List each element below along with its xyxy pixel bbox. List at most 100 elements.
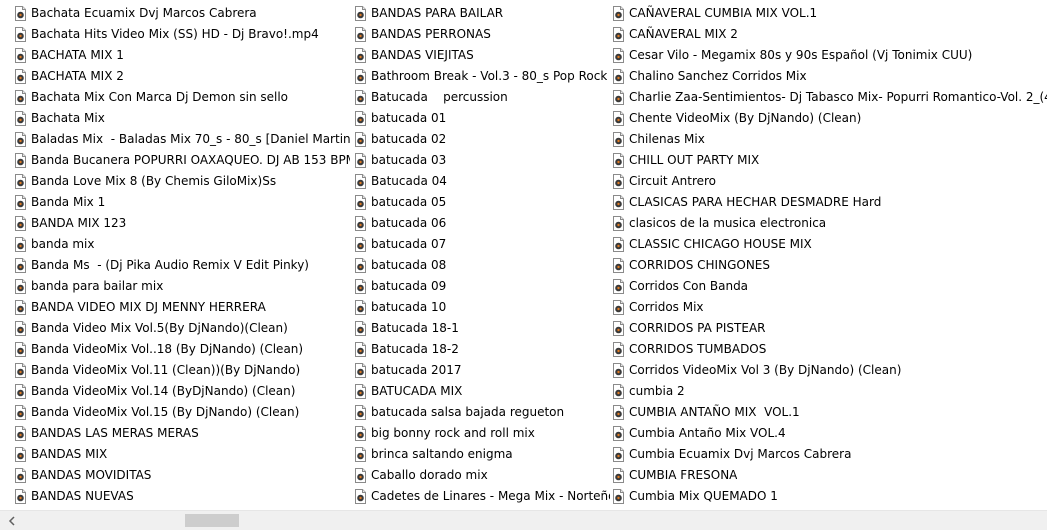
- file-item[interactable]: BACHATA MIX 1: [14, 45, 350, 66]
- file-item[interactable]: Batucada 18-2: [354, 339, 610, 360]
- file-item[interactable]: Banda Video Mix Vol.5(By DjNando)(Clean): [14, 318, 350, 339]
- file-name: banda mix: [31, 237, 95, 251]
- file-item[interactable]: batucada 03: [354, 150, 610, 171]
- file-item[interactable]: batucada 02: [354, 129, 610, 150]
- file-item[interactable]: BANDA VIDEO MIX DJ MENNY HERRERA: [14, 297, 350, 318]
- file-item[interactable]: Cesar Vilo - Megamix 80s y 90s Español (…: [612, 45, 1047, 66]
- file-item[interactable]: batucada 08: [354, 255, 610, 276]
- media-file-icon: [14, 363, 27, 378]
- file-item[interactable]: CORRIDOS TUMBADOS: [612, 339, 1047, 360]
- file-name: Batucada 18-2: [371, 342, 459, 356]
- scroll-thumb[interactable]: [185, 514, 239, 527]
- file-item[interactable]: Banda Mix 1: [14, 192, 350, 213]
- file-item[interactable]: CHILL OUT PARTY MIX: [612, 150, 1047, 171]
- file-item[interactable]: clasicos de la musica electronica: [612, 213, 1047, 234]
- file-item[interactable]: Bachata Mix Con Marca Dj Demon sin sello: [14, 87, 350, 108]
- file-item[interactable]: Banda VideoMix Vol.15 (By DjNando) (Clea…: [14, 402, 350, 423]
- file-item[interactable]: batucada 2017: [354, 360, 610, 381]
- media-file-icon: [612, 111, 625, 126]
- file-item[interactable]: Banda Bucanera POPURRI OAXAQUEO. DJ AB 1…: [14, 150, 350, 171]
- file-item[interactable]: Bachata Hits Video Mix (SS) HD - Dj Brav…: [14, 24, 350, 45]
- file-item[interactable]: Corridos Con Banda: [612, 276, 1047, 297]
- scroll-left-button[interactable]: [4, 512, 20, 529]
- file-item[interactable]: BANDAS MOVIDITAS: [14, 465, 350, 486]
- file-item[interactable]: big bonny rock and roll mix: [354, 423, 610, 444]
- file-item[interactable]: Banda VideoMix Vol.14 (ByDjNando) (Clean…: [14, 381, 350, 402]
- file-item[interactable]: BANDAS VIEJITAS: [354, 45, 610, 66]
- media-file-icon: [354, 132, 367, 147]
- file-item[interactable]: Banda VideoMix Vol..18 (By DjNando) (Cle…: [14, 339, 350, 360]
- media-file-icon: [14, 426, 27, 441]
- file-item[interactable]: Cadetes de Linares - Mega Mix - Norteño: [354, 486, 610, 507]
- file-item[interactable]: Cumbia Ecuamix Dvj Marcos Cabrera: [612, 444, 1047, 465]
- file-item[interactable]: batucada salsa bajada regueton: [354, 402, 610, 423]
- file-item[interactable]: Banda VideoMix Vol.11 (Clean))(By DjNand…: [14, 360, 350, 381]
- file-item[interactable]: CAÑAVERAL CUMBIA MIX VOL.1: [612, 3, 1047, 24]
- file-item[interactable]: batucada 06: [354, 213, 610, 234]
- scroll-track[interactable]: [22, 513, 1042, 528]
- horizontal-scrollbar[interactable]: [0, 510, 1047, 530]
- file-name: Caballo dorado mix: [371, 468, 488, 482]
- file-name: batucada 05: [371, 195, 447, 209]
- file-list[interactable]: Bachata Ecuamix Dvj Marcos Cabrera Bachat…: [0, 3, 1047, 510]
- file-item[interactable]: Chalino Sanchez Corridos Mix: [612, 66, 1047, 87]
- file-item[interactable]: Batucada percussion: [354, 87, 610, 108]
- file-name: batucada 2017: [371, 363, 462, 377]
- file-item[interactable]: BANDA MIX 123: [14, 213, 350, 234]
- file-item[interactable]: CORRIDOS PA PISTEAR: [612, 318, 1047, 339]
- file-item[interactable]: BANDAS PERRONAS: [354, 24, 610, 45]
- file-item[interactable]: CLASICAS PARA HECHAR DESMADRE Hard: [612, 192, 1047, 213]
- media-file-icon: [354, 258, 367, 273]
- file-item[interactable]: Bachata Ecuamix Dvj Marcos Cabrera: [14, 3, 350, 24]
- media-file-icon: [612, 90, 625, 105]
- file-item[interactable]: batucada 05: [354, 192, 610, 213]
- file-item[interactable]: Baladas Mix - Baladas Mix 70_s - 80_s [D…: [14, 129, 350, 150]
- file-item[interactable]: BATUCADA MIX: [354, 381, 610, 402]
- file-item[interactable]: Batucada 18-1: [354, 318, 610, 339]
- file-item[interactable]: BANDAS PARA BAILAR: [354, 3, 610, 24]
- file-item[interactable]: brinca saltando enigma: [354, 444, 610, 465]
- file-item[interactable]: BANDAS MIX: [14, 444, 350, 465]
- file-item[interactable]: CLASSIC CHICAGO HOUSE MIX: [612, 234, 1047, 255]
- file-name: Banda VideoMix Vol.14 (ByDjNando) (Clean…: [31, 384, 296, 398]
- file-item[interactable]: banda para bailar mix: [14, 276, 350, 297]
- media-file-icon: [354, 489, 367, 504]
- file-name: batucada 06: [371, 216, 447, 230]
- media-file-icon: [612, 195, 625, 210]
- file-item[interactable]: Chente VideoMix (By DjNando) (Clean): [612, 108, 1047, 129]
- file-item[interactable]: BANDAS LAS MERAS MERAS: [14, 423, 350, 444]
- media-file-icon: [354, 90, 367, 105]
- file-item[interactable]: CAÑAVERAL MIX 2: [612, 24, 1047, 45]
- file-item[interactable]: Batucada 04: [354, 171, 610, 192]
- file-item[interactable]: batucada 01: [354, 108, 610, 129]
- file-item[interactable]: Corridos VideoMix Vol 3 (By DjNando) (Cl…: [612, 360, 1047, 381]
- file-item[interactable]: batucada 09: [354, 276, 610, 297]
- file-item[interactable]: banda mix: [14, 234, 350, 255]
- file-item[interactable]: CORRIDOS CHINGONES: [612, 255, 1047, 276]
- file-item[interactable]: Banda Love Mix 8 (By Chemis GiloMix)Ss: [14, 171, 350, 192]
- file-item[interactable]: cumbia 2: [612, 381, 1047, 402]
- media-file-icon: [354, 405, 367, 420]
- file-item[interactable]: BACHATA MIX 2: [14, 66, 350, 87]
- file-item[interactable]: Banda Ms - (Dj Pika Audio Remix V Edit P…: [14, 255, 350, 276]
- file-item[interactable]: Caballo dorado mix: [354, 465, 610, 486]
- file-item[interactable]: batucada 07: [354, 234, 610, 255]
- file-item[interactable]: Chilenas Mix: [612, 129, 1047, 150]
- file-name: Banda Love Mix 8 (By Chemis GiloMix)Ss: [31, 174, 277, 188]
- file-name: BANDAS VIEJITAS: [371, 48, 474, 62]
- file-item[interactable]: batucada 10: [354, 297, 610, 318]
- file-item[interactable]: Cumbia Antaño Mix VOL.4: [612, 423, 1047, 444]
- media-file-icon: [354, 153, 367, 168]
- file-item[interactable]: CUMBIA ANTAÑO MIX VOL.1: [612, 402, 1047, 423]
- file-item[interactable]: Bachata Mix: [14, 108, 350, 129]
- file-item[interactable]: BANDAS NUEVAS: [14, 486, 350, 507]
- file-item[interactable]: Corridos Mix: [612, 297, 1047, 318]
- file-item[interactable]: Charlie Zaa-Sentimientos- Dj Tabasco Mix…: [612, 87, 1047, 108]
- file-item[interactable]: Bathroom Break - Vol.3 - 80_s Pop Rock: [354, 66, 610, 87]
- file-name: BANDAS PARA BAILAR: [371, 6, 504, 20]
- media-file-icon: [612, 27, 625, 42]
- file-name: Banda Bucanera POPURRI OAXAQUEO. DJ AB 1…: [31, 153, 350, 167]
- file-item[interactable]: Circuit Antrero: [612, 171, 1047, 192]
- file-item[interactable]: Cumbia Mix QUEMADO 1: [612, 486, 1047, 507]
- file-item[interactable]: CUMBIA FRESONA: [612, 465, 1047, 486]
